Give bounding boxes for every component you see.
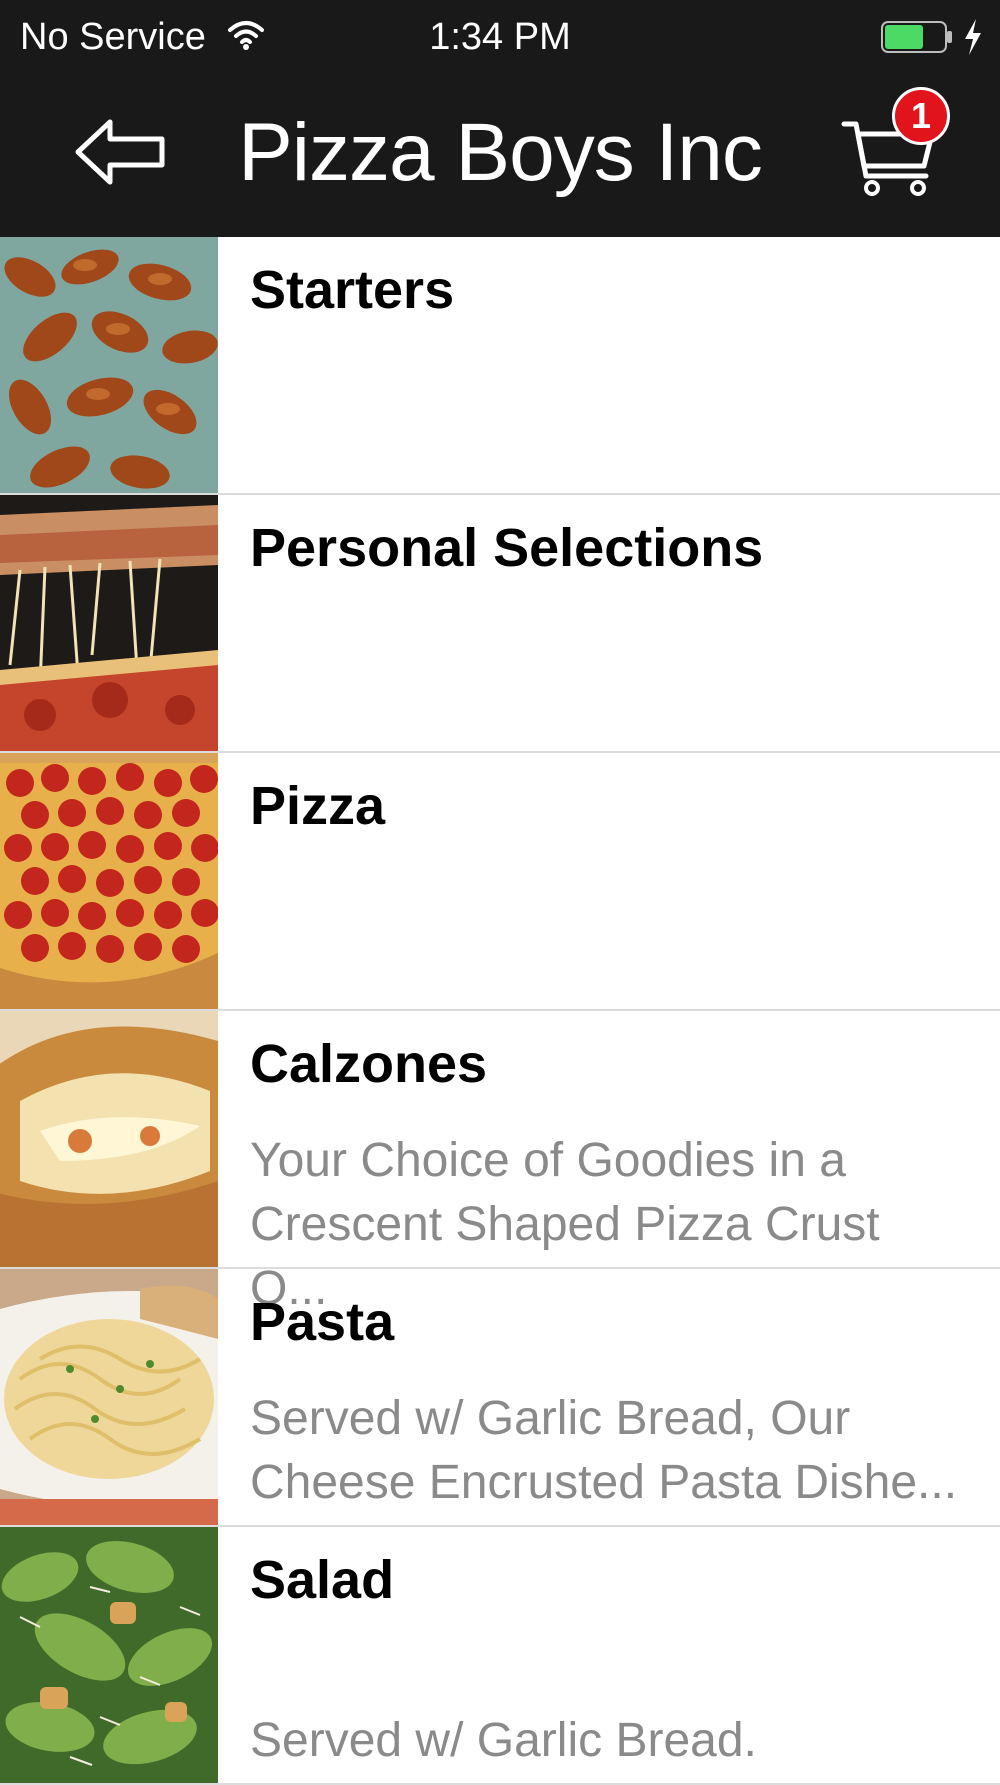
category-list: Starters Personal Selections Pizza Calzo… [0, 237, 1000, 1785]
category-name: Salad [250, 1550, 395, 1610]
salad-photo [0, 1527, 218, 1783]
pepperoni-pizza-photo [0, 753, 218, 1009]
battery-icon [880, 20, 954, 54]
category-item-personal-selections[interactable]: Personal Selections [0, 495, 1000, 753]
charging-icon [962, 18, 984, 66]
category-item-salad[interactable]: Salad Served w/ Garlic Bread. [0, 1527, 1000, 1785]
pasta-photo [0, 1269, 218, 1525]
calzone-photo [0, 1011, 218, 1267]
category-description: Served w/ Garlic Bread, Our Cheese Encru… [250, 1392, 958, 1509]
category-item-starters[interactable]: Starters [0, 237, 1000, 495]
category-item-pizza[interactable]: Pizza [0, 753, 1000, 1011]
category-name: Pasta [250, 1292, 395, 1352]
clock-label: 1:34 PM [429, 16, 571, 58]
category-name: Pizza [250, 776, 386, 836]
category-name: Personal Selections [250, 518, 764, 578]
category-item-calzones[interactable]: Calzones Your Choice of Goodies in a Cre… [0, 1011, 1000, 1315]
category-description: Served w/ Garlic Bread. [250, 1714, 757, 1767]
cart-count-badge: 1 [892, 87, 950, 145]
status-bar: No Service 1:34 PM [0, 0, 1000, 80]
pizza-slice-photo [0, 495, 218, 751]
wings-photo [0, 237, 218, 493]
category-name: Starters [250, 260, 455, 320]
category-item-pasta[interactable]: Pasta Served w/ Garlic Bread, Our Cheese… [0, 1269, 1000, 1527]
category-name: Calzones [250, 1034, 488, 1094]
app-header: No Service 1:34 PM Pizza Boys Inc 1 [0, 0, 1000, 237]
